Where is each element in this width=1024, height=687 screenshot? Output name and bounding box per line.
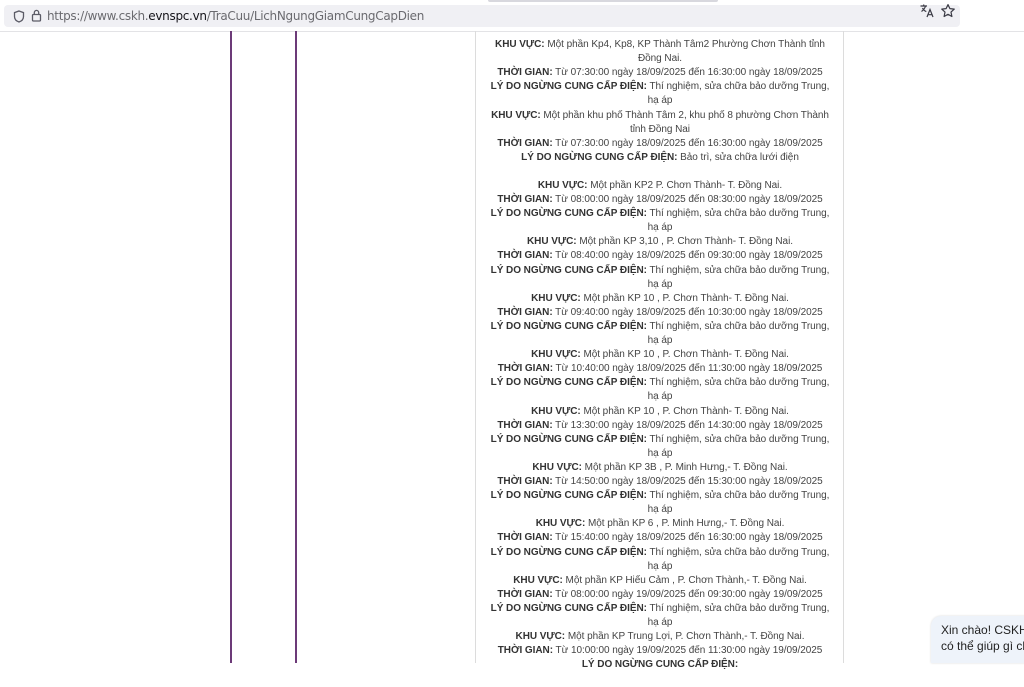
outage-area: Một phần KP 3B , P. Minh Hưng,- T. Đồng … xyxy=(584,461,788,473)
outage-reason: Thí nghiệm, sửa chữa bảo dưỡng Trung, hạ… xyxy=(647,602,830,629)
outage-time: Từ 10:00:00 ngày 19/09/2025 đến 11:30:00… xyxy=(555,645,823,657)
reason-label: LÝ DO NGỪNG CUNG CẤP ĐIỆN: xyxy=(490,320,647,332)
time-label: THỜI GIAN: xyxy=(497,306,553,318)
area-label: KHU VỰC: xyxy=(495,39,545,50)
area-label: KHU VỰC: xyxy=(515,631,566,643)
time-label: THỜI GIAN: xyxy=(497,476,553,488)
area-label: KHU VỰC: xyxy=(531,405,581,417)
outage-reason: Thí nghiệm, sửa chữa bảo dưỡng Trung, hạ… xyxy=(647,377,830,403)
outage-entry: KHU VỰC: Một phần KP 10 , P. Chơn Thành-… xyxy=(490,292,830,348)
time-label: THỜI GIAN: xyxy=(497,645,553,657)
address-bar[interactable]: https://www.cskh.evnspc.vn/TraCuu/LichNg… xyxy=(4,5,960,27)
schedule-column-border xyxy=(843,31,844,663)
url-prefix: https://www.cskh. xyxy=(47,9,149,23)
outage-area: Một phần KP 10 , P. Chơn Thành- T. Đồng … xyxy=(583,292,789,304)
reason-label: LÝ DO NGỪNG CUNG CẤP ĐIỆN: xyxy=(490,602,647,614)
outage-area: Một phần KP 3,10 , P. Chơn Thành- T. Đồn… xyxy=(579,236,793,248)
time-label: THỜI GIAN: xyxy=(497,250,553,262)
outage-time: Từ 10:40:00 ngày 18/09/2025 đến 11:30:00… xyxy=(555,363,823,375)
outage-reason: Thí nghiệm, sửa chữa bảo dưỡng Trung, hạ… xyxy=(647,320,830,347)
time-label: THỜI GIAN: xyxy=(497,419,553,431)
translate-icon[interactable] xyxy=(919,3,935,19)
outage-reason: Thí nghiệm, sửa chữa bảo dưỡng Trung, hạ… xyxy=(647,264,830,290)
page-frame-line-inner xyxy=(295,31,297,663)
outage-time: Từ 15:40:00 ngày 18/09/2025 đến 16:30:00… xyxy=(555,532,823,544)
outage-area: Một phần KP 6 , P. Minh Hưng,- T. Đồng N… xyxy=(587,518,785,530)
outage-time: Từ 08:40:00 ngày 18/09/2025 đến 09:30:00… xyxy=(555,250,823,262)
area-label: KHU VỰC: xyxy=(531,292,581,304)
outage-area: Một phần KP2 P. Chơn Thành- T. Đồng Nai. xyxy=(590,180,783,191)
outage-area: Một phần KP 10 , P. Chơn Thành- T. Đồng … xyxy=(583,349,789,361)
outage-area: Một phần khu phố Thành Tâm 2, khu phố 8 … xyxy=(543,109,829,135)
shield-icon[interactable] xyxy=(13,10,25,23)
reason-label: LÝ DO NGỪNG CUNG CẤP ĐIỆN: xyxy=(490,490,647,502)
time-label: THỜI GIAN: xyxy=(497,588,553,600)
time-label: THỜI GIAN: xyxy=(497,194,553,206)
outage-reason: Thí nghiệm, sửa chữa bảo dưỡng Trung, hạ… xyxy=(647,208,830,234)
outage-entry: KHU VỰC: Một phần KP Hiếu Cảm , P. Chơn … xyxy=(490,574,830,630)
reason-label: LÝ DO NGỪNG CUNG CẤP ĐIỆN: xyxy=(490,208,647,220)
chat-greeting-line: có thể giúp gì cho xyxy=(941,639,1024,653)
outage-reason: Thí nghiệm, sửa chữa bảo dưỡng Trung, hạ… xyxy=(647,546,830,572)
outage-schedule-list: KHU VỰC: Một phần Kp4, Kp8, KP Thành Tâm… xyxy=(490,38,830,687)
area-label: KHU VỰC: xyxy=(527,236,577,248)
outage-area: Một phần KP Trung Lợi, P. Chơn Thành,- T… xyxy=(567,631,805,643)
bookmark-star-icon[interactable] xyxy=(940,3,956,19)
outage-entry: KHU VỰC: Một phần KP 3,10 , P. Chơn Thàn… xyxy=(490,235,830,291)
outage-time: Từ 09:40:00 ngày 18/09/2025 đến 10:30:00… xyxy=(555,306,823,318)
time-label: THỜI GIAN: xyxy=(497,532,553,544)
outage-time: Từ 13:30:00 ngày 18/09/2025 đến 14:30:00… xyxy=(555,419,823,431)
time-label: THỜI GIAN: xyxy=(497,363,553,375)
outage-reason: Thí nghiệm, sửa chữa bảo dưỡng Trung, hạ… xyxy=(647,433,830,459)
reason-label: LÝ DO NGỪNG CUNG CẤP ĐIỆN: xyxy=(490,546,647,558)
outage-entry: KHU VỰC: Một phần KP 6 , P. Minh Hưng,- … xyxy=(490,517,830,573)
outage-time: Từ 07:30:00 ngày 18/09/2025 đến 16:30:00… xyxy=(555,67,823,79)
reason-label: LÝ DO NGỪNG CUNG CẤP ĐIỆN: xyxy=(490,81,647,93)
lock-icon[interactable] xyxy=(31,9,42,22)
reason-label: LÝ DO NGỪNG CUNG CẤP ĐIỆN: xyxy=(490,377,647,389)
outage-entry: KHU VỰC: Một phần khu phố Thành Tâm 2, k… xyxy=(490,109,830,180)
outage-entry: KHU VỰC: Một phần KP Trung Lợi, P. Chơn … xyxy=(490,630,830,686)
time-label: THỜI GIAN: xyxy=(497,67,553,79)
reason-label: LÝ DO NGỪNG CUNG CẤP ĐIỆN: xyxy=(581,659,739,671)
area-label: KHU VỰC: xyxy=(532,461,582,473)
tab-strip-edge xyxy=(488,0,718,2)
browser-toolbar: https://www.cskh.evnspc.vn/TraCuu/LichNg… xyxy=(0,0,1024,32)
page-frame-line-left xyxy=(230,31,232,663)
outage-reason: Thí nghiệm, sửa chữa bảo dưỡng Trung, hạ… xyxy=(647,81,830,107)
time-label: THỜI GIAN: xyxy=(497,137,553,149)
area-label: KHU VỰC: xyxy=(491,109,541,121)
outage-area: Một phần KP 10 , P. Chơn Thành- T. Đồng … xyxy=(583,405,789,417)
outage-entry: KHU VỰC: Một phần KP 3B , P. Minh Hưng,-… xyxy=(490,461,830,517)
url-path: /TraCuu/LichNgungGiamCungCapDien xyxy=(206,9,425,23)
area-label: KHU VỰC: xyxy=(531,349,581,361)
outage-entry: KHU VỰC: Một phần KP 10 , P. Chơn Thành-… xyxy=(490,348,830,404)
outage-entry: KHU VỰC: Một phần KP 10 , P. Chơn Thành-… xyxy=(490,405,830,461)
outage-time: Từ 07:30:00 ngày 18/09/2025 đến 16:30:00… xyxy=(555,137,823,149)
area-label: KHU VỰC: xyxy=(535,518,586,530)
outage-reason: Thí nghiệm, sửa chữa bảo dưỡng Trung, hạ… xyxy=(647,490,830,516)
outage-area: Một phần Kp4, Kp8, KP Thành Tâm2 Phường … xyxy=(547,39,825,65)
reason-label: LÝ DO NGỪNG CUNG CẤP ĐIỆN: xyxy=(490,433,647,445)
outage-entry: KHU VỰC: Một phần Kp4, Kp8, KP Thành Tâm… xyxy=(490,38,830,109)
outage-reason: Bảo trì, sửa chữa lưới điện xyxy=(680,151,799,163)
area-label: KHU VỰC: xyxy=(513,574,563,586)
chat-widget-bubble[interactable]: Xin chào! CSKH I có thể giúp gì cho xyxy=(931,616,1024,663)
outage-time: Từ 08:00:00 ngày 18/09/2025 đến 08:30:00… xyxy=(555,194,823,206)
reason-label: LÝ DO NGỪNG CUNG CẤP ĐIỆN: xyxy=(521,151,678,163)
url-domain: evnspc.vn xyxy=(148,9,207,23)
area-label: KHU VỰC: xyxy=(537,180,588,191)
outage-area: Một phần KP Hiếu Cảm , P. Chơn Thành,- T… xyxy=(565,574,807,586)
outage-time: Từ 08:00:00 ngày 19/09/2025 đến 09:30:00… xyxy=(555,588,823,600)
reason-label: LÝ DO NGỪNG CUNG CẤP ĐIỆN: xyxy=(490,264,647,276)
outage-time: Từ 14:50:00 ngày 18/09/2025 đến 15:30:00… xyxy=(555,476,823,488)
outage-entry: KHU VỰC: Một phần KP2 P. Chơn Thành- T. … xyxy=(490,179,830,235)
chat-greeting-line: Xin chào! CSKH I xyxy=(941,623,1024,637)
url-text[interactable]: https://www.cskh.evnspc.vn/TraCuu/LichNg… xyxy=(47,9,424,23)
